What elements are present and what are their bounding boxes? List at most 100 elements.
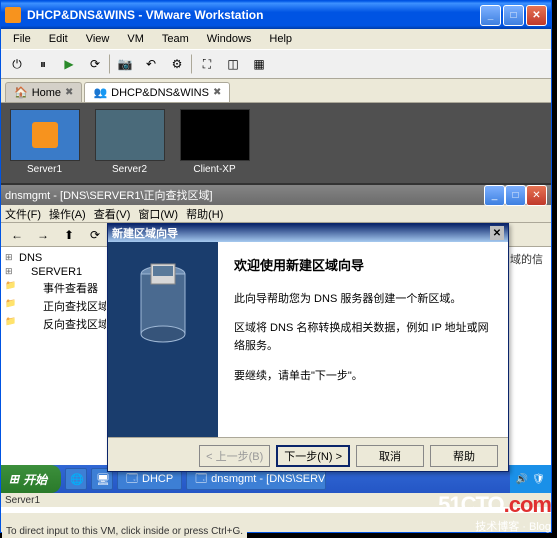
menu-help[interactable]: 帮助(H) bbox=[186, 206, 223, 222]
menu-windows[interactable]: Windows bbox=[199, 31, 260, 47]
watermark-sub: 技术博客 · Blog bbox=[438, 518, 551, 534]
toolbar-sep-2 bbox=[191, 54, 193, 74]
tab-label: DHCP&DNS&WINS bbox=[111, 87, 209, 99]
menu-vm[interactable]: VM bbox=[119, 31, 152, 47]
tree-server[interactable]: SERVER1 bbox=[5, 265, 106, 279]
vmware-tabs: 🏠 Home ✖ 👥 DHCP&DNS&WINS ✖ bbox=[1, 79, 551, 103]
guest-minimize-button[interactable]: _ bbox=[484, 185, 505, 206]
vmware-window: DHCP&DNS&WINS - VMware Workstation _ □ ✕… bbox=[0, 0, 552, 533]
power-off-button[interactable]: ⏻ bbox=[5, 52, 29, 76]
thumb-preview bbox=[180, 109, 250, 161]
team-icon: 👥 bbox=[93, 86, 107, 99]
vm-thumb-server2[interactable]: Server2 bbox=[92, 109, 167, 177]
menu-edit[interactable]: Edit bbox=[41, 31, 76, 47]
power-on-button[interactable]: ▶ bbox=[57, 52, 81, 76]
tree-reverse-zone[interactable]: 反向查找区域 bbox=[5, 315, 106, 333]
vmware-titlebar: DHCP&DNS&WINS - VMware Workstation _ □ ✕ bbox=[1, 1, 551, 29]
status-vm-name: Server1 bbox=[5, 495, 40, 506]
menu-view[interactable]: 查看(V) bbox=[94, 206, 131, 222]
dnsmgmt-menubar: 文件(F) 操作(A) 查看(V) 窗口(W) 帮助(H) bbox=[1, 205, 551, 223]
menu-file[interactable]: 文件(F) bbox=[5, 206, 41, 222]
cancel-button[interactable]: 取消 bbox=[356, 445, 424, 467]
maximize-button[interactable]: □ bbox=[503, 5, 524, 26]
tab-home[interactable]: 🏠 Home ✖ bbox=[5, 82, 82, 102]
tab-dhcp-dns-wins[interactable]: 👥 DHCP&DNS&WINS ✖ bbox=[84, 82, 230, 102]
reset-button[interactable]: ⟳ bbox=[83, 52, 107, 76]
wizard-text-1: 此向导帮助您为 DNS 服务器创建一个新区域。 bbox=[234, 291, 492, 309]
manage-button[interactable]: ⚙ bbox=[165, 52, 189, 76]
close-icon[interactable]: ✖ bbox=[65, 87, 73, 98]
fullscreen-button[interactable]: ⛶ bbox=[195, 52, 219, 76]
menu-file[interactable]: File bbox=[5, 31, 39, 47]
help-button[interactable]: 帮助 bbox=[430, 445, 498, 467]
tray-icon: 🔊 bbox=[516, 474, 528, 485]
wizard-text-2: 区域将 DNS 名称转换成相关数据，例如 IP 地址或网络服务。 bbox=[234, 320, 492, 355]
dnsmgmt-title: dnsmgmt - [DNS\SERVER1\正向查找区域] bbox=[5, 187, 484, 203]
wizard-content: 欢迎使用新建区域向导 此向导帮助您为 DNS 服务器创建一个新区域。 区域将 D… bbox=[218, 242, 508, 437]
thumb-label: Client-XP bbox=[193, 164, 235, 175]
back-button[interactable]: ← bbox=[5, 223, 29, 247]
vmware-toolbar: ⏻ ⏸ ▶ ⟳ 📷 ↶ ⚙ ⛶ ◫ ▦ bbox=[1, 49, 551, 79]
back-button: < 上一步(B) bbox=[199, 445, 270, 467]
vm-thumb-server1[interactable]: Server1 bbox=[7, 109, 82, 177]
server-icon bbox=[133, 262, 193, 352]
input-hint: To direct input to this VM, click inside… bbox=[2, 525, 247, 538]
forward-button[interactable]: → bbox=[31, 223, 55, 247]
vm-thumb-client[interactable]: Client-XP bbox=[177, 109, 252, 177]
guest-close-button[interactable]: ✕ bbox=[526, 185, 547, 206]
vmware-menubar: File Edit View VM Team Windows Help bbox=[1, 29, 551, 49]
home-icon: 🏠 bbox=[14, 86, 28, 99]
view-button[interactable]: ▦ bbox=[247, 52, 271, 76]
thumb-preview bbox=[95, 109, 165, 161]
revert-button[interactable]: ↶ bbox=[139, 52, 163, 76]
windows-icon: ⊞ bbox=[9, 472, 19, 486]
wizard-titlebar: 新建区域向导 ✕ bbox=[108, 224, 508, 242]
close-icon[interactable]: ✖ bbox=[213, 87, 221, 98]
start-button[interactable]: ⊞ 开始 bbox=[1, 465, 61, 493]
menu-team[interactable]: Team bbox=[154, 31, 197, 47]
close-button[interactable]: ✕ bbox=[526, 5, 547, 26]
guest-vm-area[interactable]: dnsmgmt - [DNS\SERVER1\正向查找区域] _ □ ✕ 文件(… bbox=[1, 183, 551, 513]
thumb-preview bbox=[10, 109, 80, 161]
watermark: 51CTO.com 技术博客 · Blog bbox=[438, 492, 551, 534]
wizard-buttons: < 上一步(B) 下一步(N) > 取消 帮助 bbox=[108, 437, 508, 473]
wizard-heading: 欢迎使用新建区域向导 bbox=[234, 256, 492, 277]
toolbar-sep bbox=[109, 54, 111, 74]
tree-forward-zone[interactable]: 正向查找区域 bbox=[5, 297, 106, 315]
tab-label: Home bbox=[32, 87, 61, 99]
start-label: 开始 bbox=[23, 471, 47, 488]
menu-help[interactable]: Help bbox=[261, 31, 300, 47]
vmware-icon bbox=[5, 7, 21, 23]
suspend-button[interactable]: ⏸ bbox=[31, 52, 55, 76]
watermark-main: 51CTO.com bbox=[438, 492, 551, 518]
thumb-label: Server1 bbox=[27, 164, 62, 175]
window-title: DHCP&DNS&WINS - VMware Workstation bbox=[27, 8, 480, 22]
wizard-body: 欢迎使用新建区域向导 此向导帮助您为 DNS 服务器创建一个新区域。 区域将 D… bbox=[108, 242, 508, 437]
wizard-title-text: 新建区域向导 bbox=[112, 225, 490, 241]
unity-button[interactable]: ◫ bbox=[221, 52, 245, 76]
quick-launch-ie[interactable]: 🌐 bbox=[65, 468, 87, 490]
menu-view[interactable]: View bbox=[78, 31, 118, 47]
guest-maximize-button[interactable]: □ bbox=[505, 185, 526, 206]
refresh-button[interactable]: ⟳ bbox=[83, 223, 107, 247]
snapshot-button[interactable]: 📷 bbox=[113, 52, 137, 76]
tree-event-viewer[interactable]: 事件查看器 bbox=[5, 279, 106, 297]
title-controls: _ □ ✕ bbox=[480, 5, 547, 26]
wizard-graphic bbox=[108, 242, 218, 437]
up-button[interactable]: ⬆ bbox=[57, 223, 81, 247]
tray-icon: 🛡 bbox=[532, 474, 545, 485]
wizard-close-button[interactable]: ✕ bbox=[490, 226, 504, 240]
system-tray[interactable]: 🔊 🛡 bbox=[510, 465, 551, 493]
minimize-button[interactable]: _ bbox=[480, 5, 501, 26]
next-button[interactable]: 下一步(N) > bbox=[276, 445, 350, 467]
menu-action[interactable]: 操作(A) bbox=[49, 206, 86, 222]
dnsmgmt-titlebar: dnsmgmt - [DNS\SERVER1\正向查找区域] _ □ ✕ bbox=[1, 185, 551, 205]
wizard-text-3: 要继续，请单击"下一步"。 bbox=[234, 368, 492, 386]
task-label: dnsmgmt - [DNS\SERV... bbox=[211, 473, 326, 485]
new-zone-wizard: 新建区域向导 ✕ 欢迎使用新建区域向导 此向导帮助您为 DNS 服务器创建一个新… bbox=[107, 223, 509, 472]
menu-window[interactable]: 窗口(W) bbox=[138, 206, 178, 222]
tree-root-dns[interactable]: DNS bbox=[5, 251, 106, 265]
vm-thumbnails: Server1 Server2 Client-XP bbox=[1, 103, 551, 183]
dns-tree: DNS SERVER1 事件查看器 正向查找区域 反向查找区域 bbox=[1, 247, 111, 417]
thumb-label: Server2 bbox=[112, 164, 147, 175]
